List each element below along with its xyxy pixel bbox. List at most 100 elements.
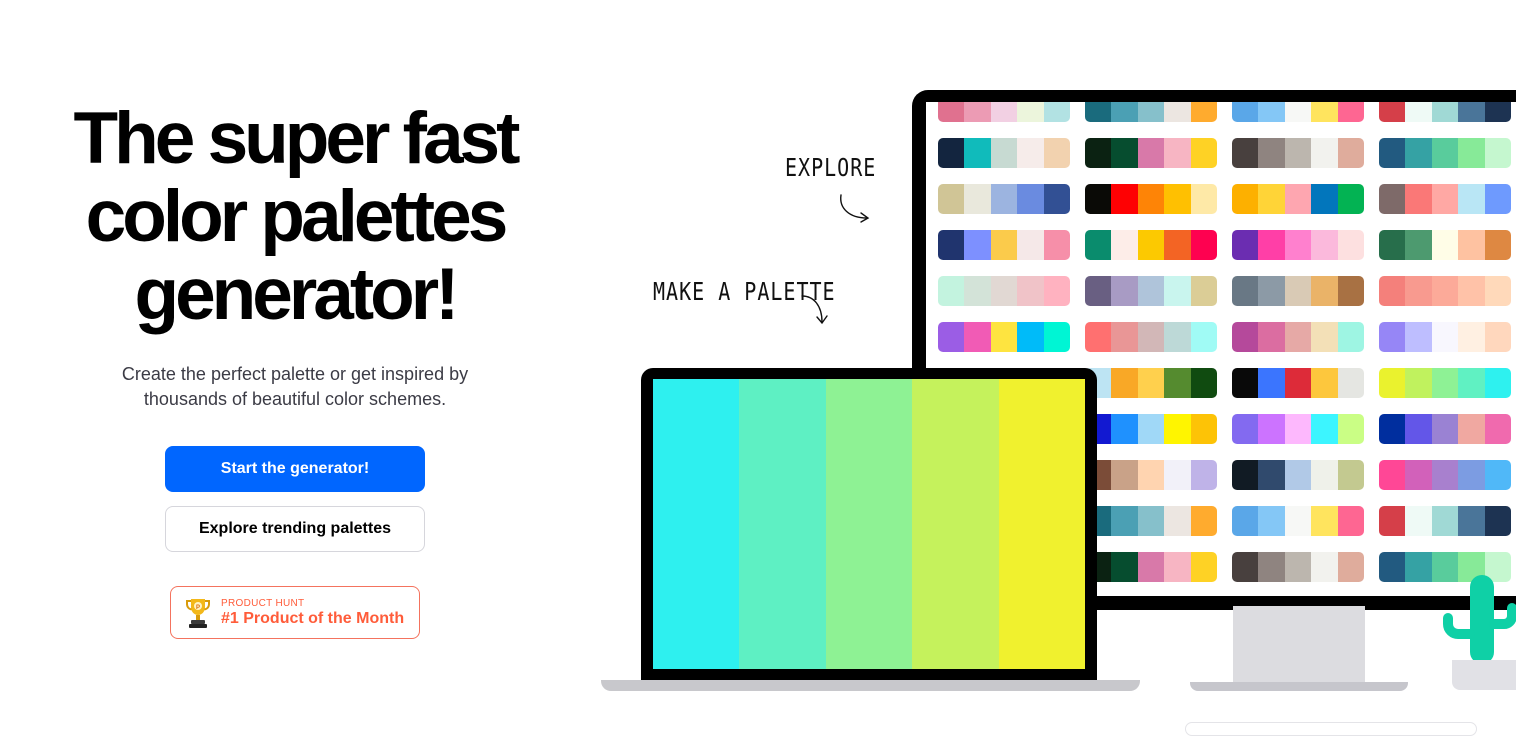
palette-swatch <box>1431 460 1459 490</box>
palette-swatch <box>1258 138 1285 168</box>
palette-card[interactable] <box>1085 414 1217 444</box>
palette-card[interactable] <box>1232 460 1364 490</box>
palette-card[interactable] <box>1232 414 1364 444</box>
palette-swatch <box>1111 552 1138 582</box>
palette-card[interactable] <box>1085 322 1217 352</box>
palette-card[interactable] <box>938 102 1070 122</box>
palette-card[interactable] <box>1232 552 1364 582</box>
palette-swatch <box>1164 414 1191 444</box>
palette-swatch <box>964 138 991 168</box>
palette-swatch <box>1431 414 1459 444</box>
palette-card[interactable] <box>938 322 1070 352</box>
palette-swatch <box>1164 552 1191 582</box>
palette-card[interactable] <box>1085 102 1217 122</box>
palette-card[interactable] <box>1232 230 1364 260</box>
palette-swatch <box>1190 460 1217 490</box>
palette-swatch <box>1232 368 1259 398</box>
palette-swatch <box>1484 368 1511 398</box>
palette-card[interactable] <box>1232 138 1364 168</box>
palette-swatch <box>1111 138 1138 168</box>
laptop-color-swatch <box>653 379 740 669</box>
palette-swatch <box>1311 552 1338 582</box>
palette-card[interactable] <box>938 184 1070 214</box>
palette-card[interactable] <box>1085 506 1217 536</box>
palette-card[interactable] <box>1085 184 1217 214</box>
palette-swatch <box>1311 414 1338 444</box>
palette-swatch <box>1431 322 1459 352</box>
palette-swatch <box>1232 552 1259 582</box>
laptop-color-swatch <box>825 379 913 669</box>
palette-card[interactable] <box>1379 322 1511 352</box>
palette-swatch <box>1379 184 1406 214</box>
palette-swatch <box>1232 184 1259 214</box>
palette-swatch <box>1190 102 1217 122</box>
palette-card[interactable] <box>1085 552 1217 582</box>
palette-swatch <box>1311 276 1338 306</box>
palette-swatch <box>1190 322 1217 352</box>
palette-card[interactable] <box>938 276 1070 306</box>
palette-swatch <box>1137 230 1165 260</box>
palette-swatch <box>1379 230 1406 260</box>
palette-card[interactable] <box>1232 322 1364 352</box>
palette-swatch <box>938 102 965 122</box>
palette-card[interactable] <box>1232 276 1364 306</box>
explore-trending-button[interactable]: Explore trending palettes <box>165 506 425 552</box>
palette-swatch <box>1017 322 1044 352</box>
palette-card[interactable] <box>1085 368 1217 398</box>
palette-swatch <box>964 230 991 260</box>
palette-card[interactable] <box>1379 102 1511 122</box>
palette-card[interactable] <box>1085 460 1217 490</box>
palette-swatch <box>1337 552 1364 582</box>
palette-card[interactable] <box>1232 184 1364 214</box>
product-hunt-badge[interactable]: P PRODUCT HUNT #1 Product of the Month <box>170 586 420 639</box>
palette-swatch <box>1458 138 1485 168</box>
badge-label-small: PRODUCT HUNT <box>221 597 305 609</box>
palette-card[interactable] <box>1232 368 1364 398</box>
palette-swatch <box>1311 460 1338 490</box>
explore-arrow-icon <box>840 194 870 223</box>
palette-swatch <box>1258 322 1285 352</box>
palette-card[interactable] <box>938 230 1070 260</box>
palette-card[interactable] <box>938 138 1070 168</box>
palette-swatch <box>1017 184 1044 214</box>
palette-card[interactable] <box>1379 138 1511 168</box>
palette-card[interactable] <box>1379 506 1511 536</box>
palette-swatch <box>1232 506 1259 536</box>
palette-card[interactable] <box>1379 276 1511 306</box>
palette-card[interactable] <box>1379 184 1511 214</box>
cactus-icon <box>1443 575 1516 664</box>
palette-card[interactable] <box>1232 102 1364 122</box>
palette-card[interactable] <box>1085 138 1217 168</box>
palette-card[interactable] <box>1085 276 1217 306</box>
palette-swatch <box>1258 276 1285 306</box>
palette-swatch <box>1311 138 1338 168</box>
palette-swatch <box>1190 552 1217 582</box>
palette-swatch <box>1190 506 1217 536</box>
laptop-screen-palette <box>653 379 1085 669</box>
trophy-icon: P <box>186 598 210 628</box>
palette-swatch <box>1232 276 1259 306</box>
palette-card[interactable] <box>1379 368 1511 398</box>
palette-swatch <box>990 322 1018 352</box>
palette-swatch <box>1284 102 1312 122</box>
palette-card[interactable] <box>1379 230 1511 260</box>
palette-swatch <box>1164 184 1191 214</box>
palette-swatch <box>1379 102 1406 122</box>
palette-swatch <box>1484 460 1511 490</box>
palette-card[interactable] <box>1232 506 1364 536</box>
palette-card[interactable] <box>1379 414 1511 444</box>
start-generator-button[interactable]: Start the generator! <box>165 446 425 492</box>
palette-swatch <box>1258 184 1285 214</box>
palette-card[interactable] <box>1085 230 1217 260</box>
palette-swatch <box>1379 414 1406 444</box>
palette-swatch <box>938 184 965 214</box>
palette-swatch <box>1111 184 1138 214</box>
palette-swatch <box>1405 368 1432 398</box>
palette-swatch <box>1484 138 1511 168</box>
palette-swatch <box>1137 506 1165 536</box>
palette-card[interactable] <box>1379 460 1511 490</box>
palette-swatch <box>1232 460 1259 490</box>
palette-swatch <box>1284 230 1312 260</box>
svg-text:P: P <box>196 605 200 611</box>
palette-swatch <box>1258 414 1285 444</box>
